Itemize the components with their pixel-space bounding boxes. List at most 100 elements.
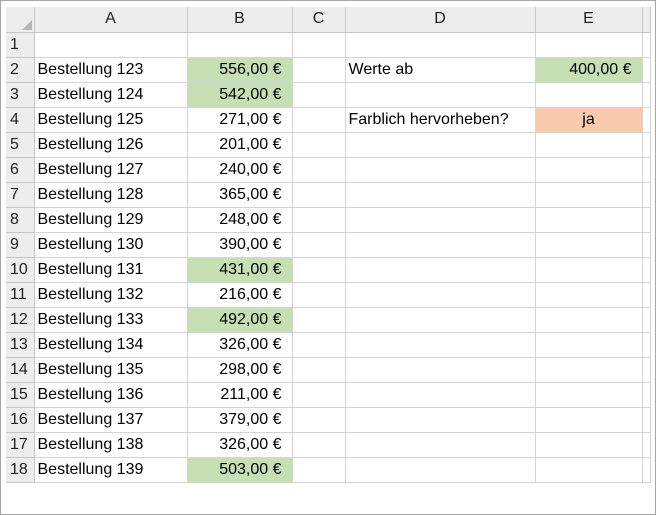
cell-f[interactable] xyxy=(642,457,651,483)
select-all-corner[interactable] xyxy=(6,7,35,33)
row-header[interactable]: 1 xyxy=(6,32,35,58)
cell-b[interactable]: 216,00 € xyxy=(187,282,293,308)
cell-c[interactable] xyxy=(292,207,346,233)
row-header[interactable]: 8 xyxy=(6,207,35,233)
cell-b[interactable]: 271,00 € xyxy=(187,107,293,133)
column-header-b[interactable]: B xyxy=(187,7,293,33)
cell-e[interactable] xyxy=(535,382,643,408)
cell-c[interactable] xyxy=(292,307,346,333)
cell-f[interactable] xyxy=(642,332,651,358)
cell-c[interactable] xyxy=(292,457,346,483)
cell-a[interactable]: Bestellung 129 xyxy=(34,207,188,233)
cell-f[interactable] xyxy=(642,432,651,458)
cell-f[interactable] xyxy=(642,107,651,133)
cell-b[interactable]: 326,00 € xyxy=(187,332,293,358)
cell-e[interactable] xyxy=(535,132,643,158)
cell-e[interactable] xyxy=(535,257,643,283)
row-header[interactable]: 15 xyxy=(6,382,35,408)
row-header[interactable]: 2 xyxy=(6,57,35,83)
cell-f[interactable] xyxy=(642,57,651,83)
cell-d[interactable] xyxy=(345,232,536,258)
cell-e[interactable] xyxy=(535,357,643,383)
cell-a[interactable]: Bestellung 132 xyxy=(34,282,188,308)
cell-d[interactable] xyxy=(345,82,536,108)
row-header[interactable]: 7 xyxy=(6,182,35,208)
cell-a[interactable]: Bestellung 124 xyxy=(34,82,188,108)
row-header[interactable]: 18 xyxy=(6,457,35,483)
cell-a[interactable]: Bestellung 130 xyxy=(34,232,188,258)
cell-f[interactable] xyxy=(642,182,651,208)
cell-e[interactable] xyxy=(535,332,643,358)
column-header-e[interactable]: E xyxy=(535,7,643,33)
column-header-a[interactable]: A xyxy=(34,7,188,33)
cell-e[interactable] xyxy=(535,457,643,483)
cell-e[interactable] xyxy=(535,232,643,258)
cell-c[interactable] xyxy=(292,407,346,433)
cell-a[interactable]: Bestellung 137 xyxy=(34,407,188,433)
cell-d[interactable] xyxy=(345,32,536,58)
cell-b[interactable]: 390,00 € xyxy=(187,232,293,258)
cell-a[interactable]: Bestellung 139 xyxy=(34,457,188,483)
cell-c[interactable] xyxy=(292,282,346,308)
cell-e[interactable] xyxy=(535,307,643,333)
cell-b[interactable]: 503,00 € xyxy=(187,457,293,483)
cell-f[interactable] xyxy=(642,257,651,283)
cell-e[interactable] xyxy=(535,182,643,208)
cell-e[interactable] xyxy=(535,207,643,233)
cell-e[interactable] xyxy=(535,82,643,108)
cell-b[interactable]: 201,00 € xyxy=(187,132,293,158)
cell-a[interactable]: Bestellung 138 xyxy=(34,432,188,458)
cell-f[interactable] xyxy=(642,157,651,183)
cell-b[interactable]: 240,00 € xyxy=(187,157,293,183)
cell-d[interactable] xyxy=(345,157,536,183)
cell-d[interactable] xyxy=(345,357,536,383)
cell-b[interactable]: 326,00 € xyxy=(187,432,293,458)
cell-f[interactable] xyxy=(642,207,651,233)
cell-d[interactable] xyxy=(345,382,536,408)
row-header[interactable]: 10 xyxy=(6,257,35,283)
cell-d[interactable] xyxy=(345,257,536,283)
column-header-c[interactable]: C xyxy=(292,7,346,33)
cell-d[interactable] xyxy=(345,207,536,233)
row-header[interactable]: 13 xyxy=(6,332,35,358)
cell-f[interactable] xyxy=(642,382,651,408)
cell-b[interactable]: 431,00 € xyxy=(187,257,293,283)
cell-f[interactable] xyxy=(642,132,651,158)
column-header-f[interactable] xyxy=(642,7,651,33)
cell-d[interactable] xyxy=(345,332,536,358)
cell-e[interactable] xyxy=(535,432,643,458)
cell-c[interactable] xyxy=(292,82,346,108)
cell-a[interactable]: Bestellung 136 xyxy=(34,382,188,408)
cell-d[interactable]: Werte ab xyxy=(345,57,536,83)
cell-e[interactable] xyxy=(535,32,643,58)
cell-a[interactable]: Bestellung 127 xyxy=(34,157,188,183)
cell-c[interactable] xyxy=(292,232,346,258)
row-header[interactable]: 14 xyxy=(6,357,35,383)
cell-d[interactable] xyxy=(345,457,536,483)
cell-f[interactable] xyxy=(642,232,651,258)
cell-e[interactable] xyxy=(535,157,643,183)
cell-c[interactable] xyxy=(292,32,346,58)
cell-a[interactable]: Bestellung 126 xyxy=(34,132,188,158)
cell-c[interactable] xyxy=(292,57,346,83)
cell-d[interactable] xyxy=(345,407,536,433)
row-header[interactable]: 17 xyxy=(6,432,35,458)
cell-b[interactable]: 556,00 € xyxy=(187,57,293,83)
cell-b[interactable]: 492,00 € xyxy=(187,307,293,333)
cell-a[interactable]: Bestellung 131 xyxy=(34,257,188,283)
cell-a[interactable]: Bestellung 134 xyxy=(34,332,188,358)
cell-b[interactable] xyxy=(187,32,293,58)
cell-e[interactable] xyxy=(535,282,643,308)
cell-f[interactable] xyxy=(642,357,651,383)
cell-e[interactable]: 400,00 € xyxy=(535,57,643,83)
cell-c[interactable] xyxy=(292,157,346,183)
row-header[interactable]: 16 xyxy=(6,407,35,433)
cell-a[interactable]: Bestellung 128 xyxy=(34,182,188,208)
row-header[interactable]: 9 xyxy=(6,232,35,258)
cell-b[interactable]: 248,00 € xyxy=(187,207,293,233)
cell-e[interactable] xyxy=(535,407,643,433)
row-header[interactable]: 4 xyxy=(6,107,35,133)
cell-f[interactable] xyxy=(642,282,651,308)
cell-f[interactable] xyxy=(642,307,651,333)
cell-c[interactable] xyxy=(292,182,346,208)
